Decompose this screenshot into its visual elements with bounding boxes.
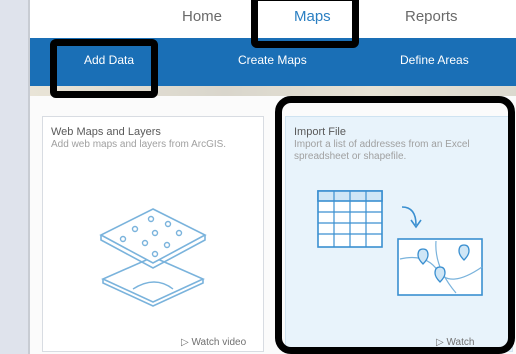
web-maps-title: Web Maps and Layers [51, 126, 161, 138]
subnav-create-maps[interactable]: Create Maps [238, 53, 307, 67]
import-file-card[interactable]: Import File Import a list of addresses f… [285, 116, 513, 352]
subnav-add-data[interactable]: Add Data [84, 53, 134, 67]
web-maps-card[interactable]: Web Maps and Layers Add web maps and lay… [42, 116, 264, 352]
web-maps-description: Add web maps and layers from ArcGIS. [51, 139, 227, 150]
tab-reports[interactable]: Reports [405, 8, 458, 25]
spreadsheet-to-map-icon [317, 190, 483, 296]
tab-home[interactable]: Home [182, 8, 222, 25]
play-circle-icon: ▷ [436, 337, 444, 348]
subnav-define-areas[interactable]: Define Areas [400, 53, 469, 67]
layers-icon [99, 208, 207, 307]
map-background-strip [30, 86, 516, 96]
web-maps-watch-video[interactable]: ▷ Watch video [181, 337, 246, 348]
import-file-title: Import File [294, 126, 346, 138]
sub-navigation: Add Data Create Maps Define Areas [30, 38, 516, 86]
web-maps-watch-label: Watch video [191, 337, 247, 348]
top-navigation: Home Maps Reports [30, 0, 516, 38]
import-file-watch-video[interactable]: ▷ Watch [436, 337, 474, 348]
play-circle-icon: ▷ [181, 337, 189, 348]
import-file-watch-label: Watch [446, 337, 475, 348]
tab-maps[interactable]: Maps [294, 8, 331, 25]
app-frame: Home Maps Reports Add Data Create Maps D… [28, 0, 516, 354]
import-file-description: Import a list of addresses from an Excel… [294, 139, 470, 162]
